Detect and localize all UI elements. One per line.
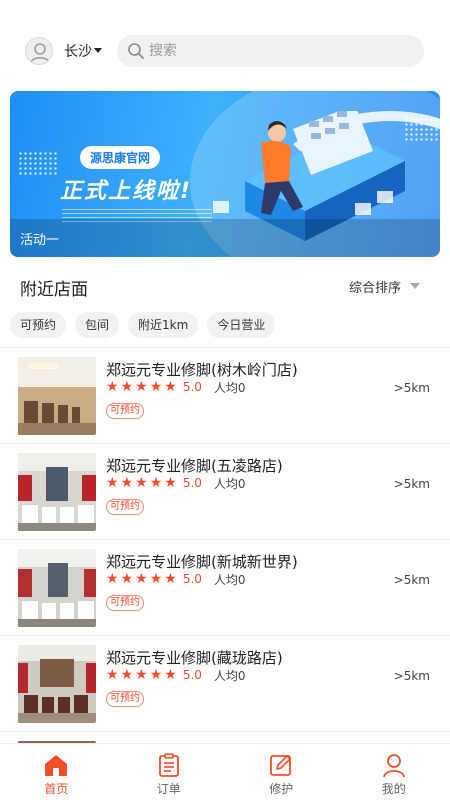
store-name: 郑远元专业修脚(五凌路店) xyxy=(106,457,283,475)
sort-caret-icon[interactable] xyxy=(410,283,420,289)
rating-row: ★ ★ ★ ★ ★ 5.0 人均0 xyxy=(106,666,246,684)
banner-dots xyxy=(18,151,58,177)
star-icon: ★ xyxy=(120,571,134,587)
star-icon: ★ xyxy=(135,379,148,395)
star-icon: ★ xyxy=(149,571,163,587)
star-icon: ★ xyxy=(149,475,163,491)
store-item[interactable]: 郑远元专业修脚(藏珑路店) ★ ★ ★ ★ ★ 5.0 人均0 可预约 >5km xyxy=(0,635,450,731)
edit-icon xyxy=(270,755,292,776)
rating-row: ★ ★ ★ ★ ★ 5.0 人均0 xyxy=(106,570,246,588)
average-price: 人均0 xyxy=(213,668,246,683)
store-photo xyxy=(18,645,96,723)
star-icon: ★ xyxy=(164,475,177,491)
star-icon: ★ xyxy=(135,667,148,683)
rating-row: ★ ★ ★ ★ ★ 5.0 人均0 xyxy=(106,474,246,492)
store-name: 郑远元专业修脚(藏珑路店) xyxy=(106,649,283,667)
rating-value: 5.0 xyxy=(182,572,202,586)
user-avatar[interactable] xyxy=(25,37,53,65)
store-item[interactable]: 郑远元专业修脚(树木岭门店) ★ ★ ★ ★ ★ 5.0 人均0 可预约 >5k… xyxy=(0,347,450,443)
banner-caption-bar: 活动一 xyxy=(10,219,440,257)
rating-value: 5.0 xyxy=(182,476,202,490)
store-photo xyxy=(18,549,96,627)
banner-caption: 活动一 xyxy=(20,233,60,248)
average-price: 人均0 xyxy=(213,380,246,395)
city-dropdown-caret-icon[interactable] xyxy=(94,48,102,53)
app-page: 长沙 搜索 源思康官网 正式上线啦! 活动一 附近店面 综合排序 可预约 包间 … xyxy=(0,0,450,800)
star-icon: ★ xyxy=(135,475,148,491)
filter-chip-within-1km[interactable]: 附近1km xyxy=(128,312,199,338)
bookable-badge: 可预约 xyxy=(106,595,144,611)
store-distance: >5km xyxy=(393,381,430,395)
banner-headline: 正式上线啦! xyxy=(60,179,193,204)
city-selector[interactable]: 长沙 xyxy=(64,41,92,61)
star-icon: ★ xyxy=(120,475,134,491)
store-name: 郑远元专业修脚(新城新世界) xyxy=(106,553,298,571)
top-header: 长沙 xyxy=(0,33,450,69)
star-icon: ★ xyxy=(120,379,134,395)
profile-icon xyxy=(382,754,405,778)
average-price: 人均0 xyxy=(213,572,246,587)
bookable-badge: 可预约 xyxy=(106,691,144,707)
store-distance: >5km xyxy=(393,669,430,683)
store-photo xyxy=(18,453,96,531)
rating-row: ★ ★ ★ ★ ★ 5.0 人均0 xyxy=(106,378,246,396)
star-icon: ★ xyxy=(164,379,177,395)
rating-value: 5.0 xyxy=(182,668,202,682)
search-bar[interactable] xyxy=(117,35,424,67)
bookable-badge: 可预约 xyxy=(106,499,144,515)
sort-selector[interactable]: 综合排序 xyxy=(349,277,401,296)
store-list: 郑远元专业修脚(树木岭门店) ★ ★ ★ ★ ★ 5.0 人均0 可预约 >5k… xyxy=(0,347,450,751)
store-item[interactable]: 郑远元专业修脚(新城新世界) ★ ★ ★ ★ ★ 5.0 人均0 可预约 >5k… xyxy=(0,539,450,635)
tab-label: 修护 xyxy=(269,782,294,796)
store-distance: >5km xyxy=(393,573,430,587)
star-icon: ★ xyxy=(135,571,148,587)
user-icon xyxy=(30,43,50,64)
order-icon xyxy=(158,753,179,777)
average-price: 人均0 xyxy=(213,476,246,491)
star-icon: ★ xyxy=(149,667,163,683)
tab-care[interactable]: 修护 xyxy=(225,744,338,800)
store-name: 郑远元专业修脚(树木岭门店) xyxy=(106,361,298,379)
tab-label: 首页 xyxy=(44,782,69,796)
section-title: 附近店面 xyxy=(20,280,88,300)
star-icon: ★ xyxy=(106,571,119,587)
star-icon: ★ xyxy=(106,379,119,395)
filter-chips: 可预约 包间 附近1km 今日营业 xyxy=(10,312,276,338)
banner-pill: 源思康官网 xyxy=(80,146,161,169)
star-icon: ★ xyxy=(164,667,177,683)
promo-banner[interactable]: 源思康官网 正式上线啦! 活动一 xyxy=(10,91,440,257)
star-icon: ★ xyxy=(106,475,119,491)
filter-chip-open-today[interactable]: 今日营业 xyxy=(207,312,276,338)
store-item[interactable]: 郑远元专业修脚(五凌路店) ★ ★ ★ ★ ★ 5.0 人均0 可预约 >5km xyxy=(0,443,450,539)
tab-home[interactable]: 首页 xyxy=(0,744,113,800)
star-icon: ★ xyxy=(149,379,163,395)
tab-label: 订单 xyxy=(156,782,181,796)
bookable-badge: 可预约 xyxy=(106,403,144,419)
star-icon: ★ xyxy=(106,667,119,683)
tab-orders[interactable]: 订单 xyxy=(113,744,226,800)
home-icon xyxy=(45,755,68,776)
store-distance: >5km xyxy=(393,477,430,491)
tab-label: 我的 xyxy=(381,782,406,796)
search-input[interactable] xyxy=(149,35,409,67)
star-icon: ★ xyxy=(164,571,177,587)
bottom-tab-bar: 首页 订单 修护 我的 xyxy=(0,743,450,800)
tab-profile[interactable]: 我的 xyxy=(338,744,450,800)
store-photo xyxy=(18,357,96,435)
filter-chip-bookable[interactable]: 可预约 xyxy=(10,312,67,338)
filter-chip-private-room[interactable]: 包间 xyxy=(75,312,120,338)
search-icon xyxy=(128,43,144,59)
rating-value: 5.0 xyxy=(182,380,202,394)
star-icon: ★ xyxy=(120,667,134,683)
